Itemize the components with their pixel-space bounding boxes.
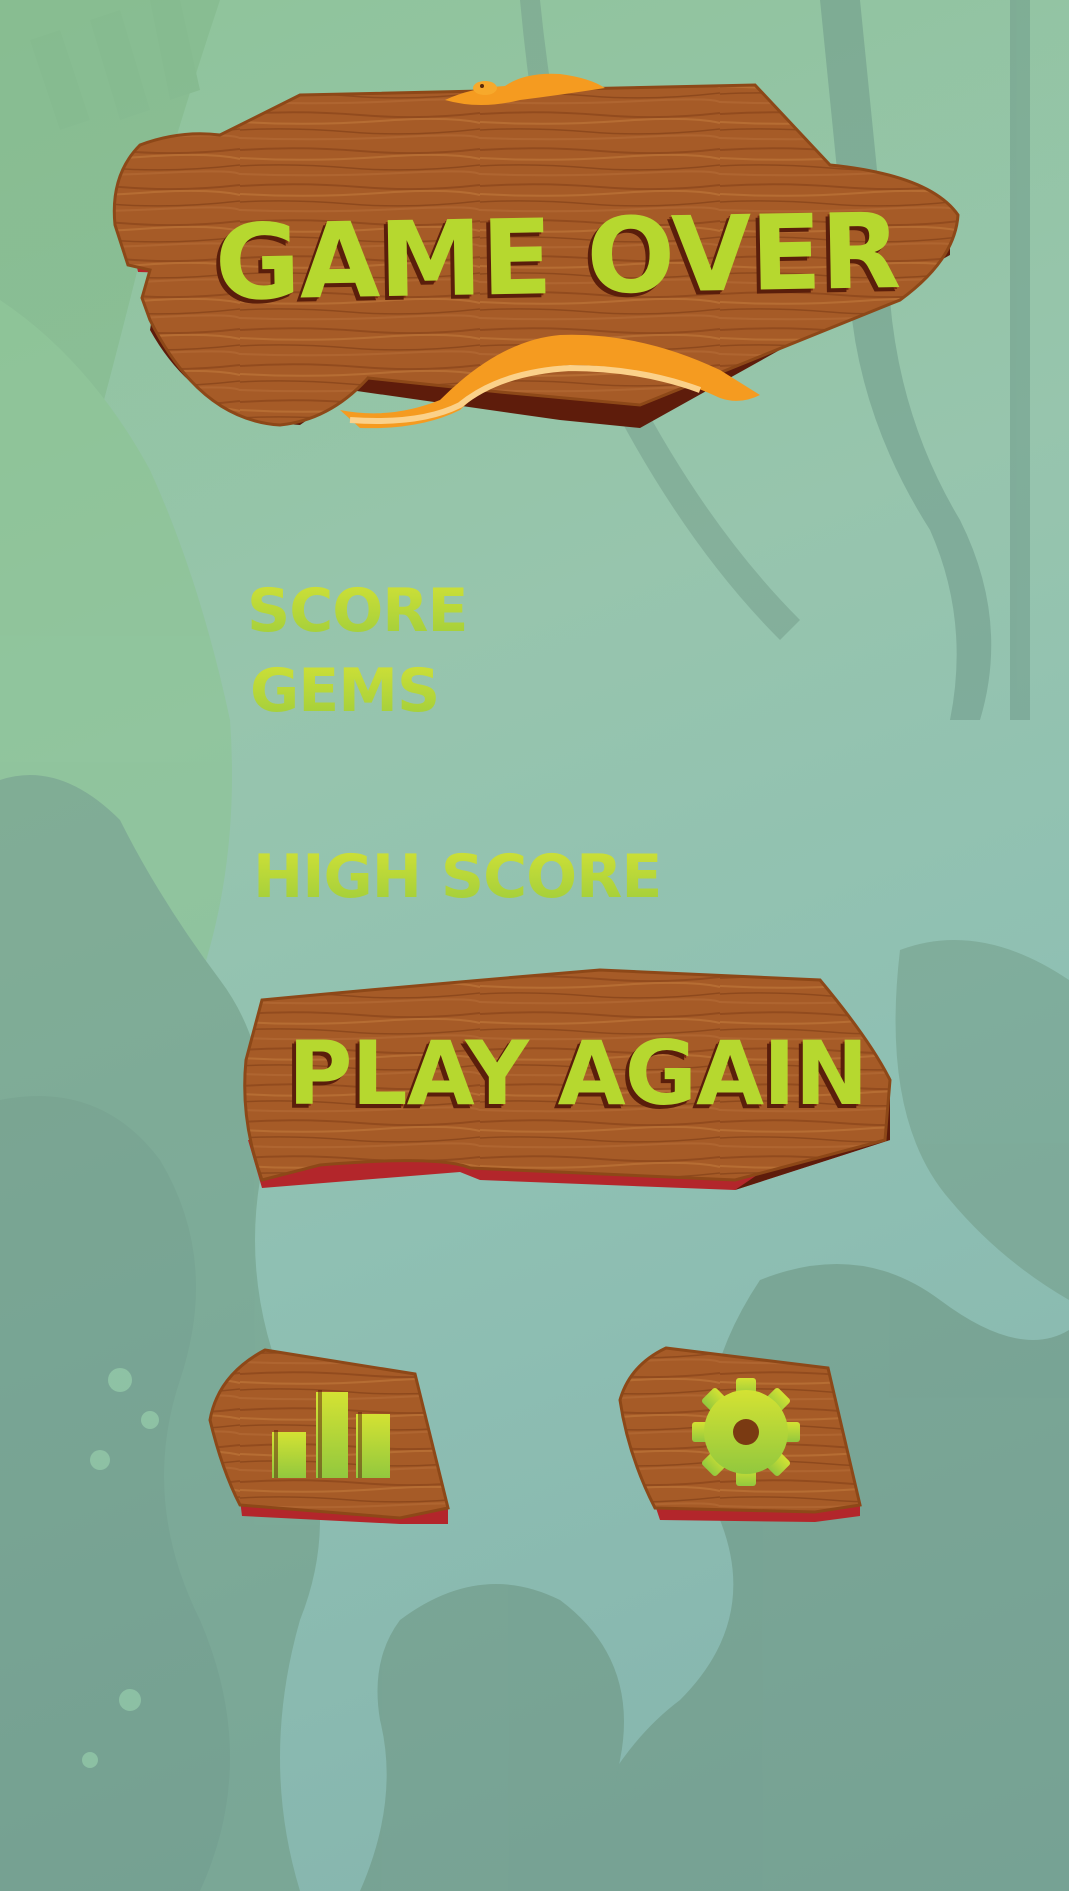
game-over-screen: GAME OVER SCORE GEMS HIGH SCORE PLAY AGA… [0,0,1069,1891]
settings-button[interactable] [620,1348,862,1523]
leaderboard-button[interactable] [210,1350,450,1525]
play-again-label: PLAY AGAIN [288,1022,868,1125]
play-again-button[interactable]: PLAY AGAIN [246,970,890,1185]
game-over-title: GAME OVER [213,190,901,324]
score-label: SCORE [247,576,468,646]
high-score-label: HIGH SCORE [253,842,662,912]
gems-label: GEMS [250,656,440,726]
